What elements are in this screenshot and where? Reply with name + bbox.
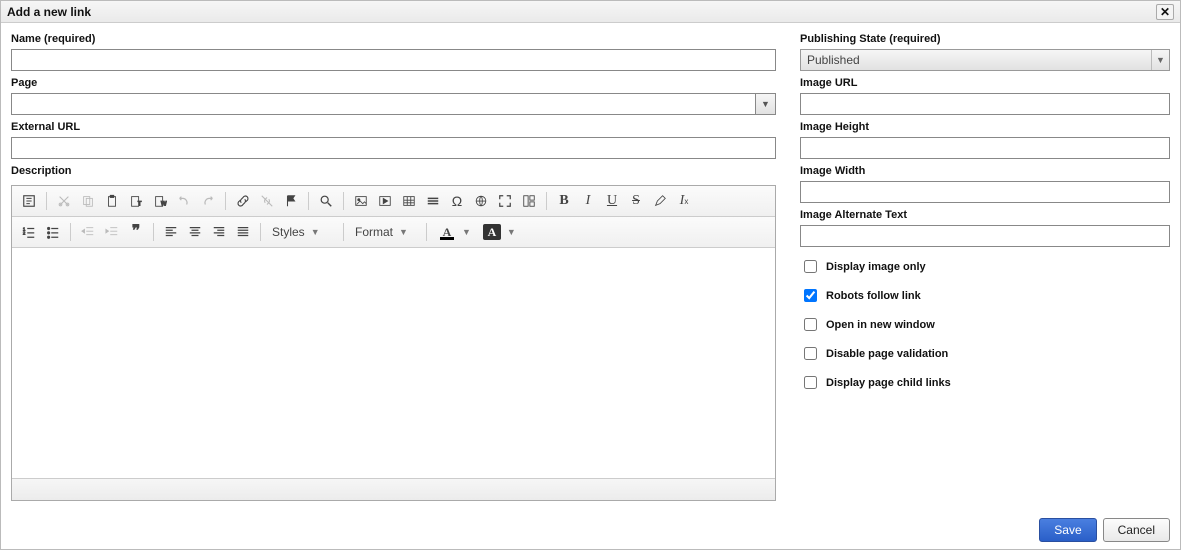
name-label: Name (required) [11,33,776,45]
image-alt-label: Image Alternate Text [800,209,1170,221]
display-child-links-label: Display page child links [826,377,951,389]
robots-follow-checkbox[interactable] [804,289,817,302]
save-button[interactable]: Save [1039,518,1096,542]
publishing-state-label: Publishing State (required) [800,33,1170,45]
link-icon[interactable] [232,190,254,212]
image-height-input[interactable] [800,137,1170,159]
image-url-input[interactable] [800,93,1170,115]
maximize-icon[interactable] [494,190,516,212]
numbered-list-icon[interactable]: 12 [18,221,40,243]
editor-toolbar-row-1: T W [12,186,775,217]
highlight-icon[interactable] [649,190,671,212]
open-new-window-checkbox[interactable] [804,318,817,331]
paste-text-icon[interactable]: T [125,190,147,212]
format-dropdown[interactable]: Format ▼ [350,221,420,243]
page-select-input[interactable] [11,93,756,115]
image-width-input[interactable] [800,181,1170,203]
disable-validation-label: Disable page validation [826,348,948,360]
close-button[interactable]: ✕ [1156,4,1174,20]
open-new-window-label: Open in new window [826,319,935,331]
media-icon[interactable] [374,190,396,212]
editor-footer [12,478,775,500]
image-width-label: Image Width [800,165,1170,177]
dialog-footer: Save Cancel [1,511,1180,549]
styles-dropdown-label: Styles [272,225,305,239]
external-url-input[interactable] [11,137,776,159]
format-dropdown-label: Format [355,225,393,239]
bg-color-dropdown[interactable]: A ▼ [478,221,521,243]
cut-icon[interactable] [53,190,75,212]
display-image-only-row[interactable]: Display image only [800,257,1170,276]
display-child-links-checkbox[interactable] [804,376,817,389]
image-icon[interactable] [350,190,372,212]
left-column: Name (required) Page ▼ External URL Desc… [11,33,776,501]
chevron-down-icon: ▼ [1151,50,1169,70]
disable-validation-row[interactable]: Disable page validation [800,344,1170,363]
iframe-icon[interactable] [470,190,492,212]
redo-icon[interactable] [197,190,219,212]
display-child-links-row[interactable]: Display page child links [800,373,1170,392]
blockquote-icon[interactable]: ❞ [125,221,147,243]
underline-icon[interactable]: U [601,190,623,212]
image-url-label: Image URL [800,77,1170,89]
source-icon[interactable] [18,190,40,212]
bullet-list-icon[interactable] [42,221,64,243]
strike-icon[interactable]: S [625,190,647,212]
styles-dropdown[interactable]: Styles ▼ [267,221,337,243]
svg-text:2: 2 [23,231,26,236]
image-alt-input[interactable] [800,225,1170,247]
page-select-dropdown-button[interactable]: ▼ [756,93,776,115]
disable-validation-checkbox[interactable] [804,347,817,360]
paste-icon[interactable] [101,190,123,212]
image-height-label: Image Height [800,121,1170,133]
text-color-dropdown[interactable]: A ▼ [433,221,476,243]
align-justify-icon[interactable] [232,221,254,243]
editor-toolbar-row-2: 12 ❞ [12,217,775,248]
bold-icon[interactable]: B [553,190,575,212]
undo-icon[interactable] [173,190,195,212]
name-input[interactable] [11,49,776,71]
right-column: Publishing State (required) Published ▼ … [800,33,1170,501]
align-center-icon[interactable] [184,221,206,243]
table-icon[interactable] [398,190,420,212]
dialog-body: Name (required) Page ▼ External URL Desc… [1,23,1180,511]
page-label: Page [11,77,776,89]
page-select[interactable]: ▼ [11,93,776,115]
description-label: Description [11,165,776,177]
publishing-state-select[interactable]: Published ▼ [800,49,1170,71]
outdent-icon[interactable] [77,221,99,243]
dialog: Add a new link ✕ Name (required) Page ▼ … [0,0,1181,550]
find-icon[interactable] [315,190,337,212]
align-right-icon[interactable] [208,221,230,243]
remove-format-icon[interactable]: Ix [673,190,695,212]
paste-word-icon[interactable]: W [149,190,171,212]
unlink-icon[interactable] [256,190,278,212]
anchor-flag-icon[interactable] [280,190,302,212]
open-new-window-row[interactable]: Open in new window [800,315,1170,334]
display-image-only-checkbox[interactable] [804,260,817,273]
robots-follow-row[interactable]: Robots follow link [800,286,1170,305]
publishing-state-value: Published [801,53,1151,67]
horizontal-rule-icon[interactable] [422,190,444,212]
titlebar: Add a new link ✕ [1,1,1180,23]
dialog-title: Add a new link [7,5,91,19]
rich-text-editor: T W [11,185,776,501]
robots-follow-label: Robots follow link [826,290,921,302]
display-image-only-label: Display image only [826,261,926,273]
italic-icon[interactable]: I [577,190,599,212]
cancel-button[interactable]: Cancel [1103,518,1170,542]
svg-text:T: T [138,200,142,207]
copy-icon[interactable] [77,190,99,212]
special-char-icon[interactable]: Ω [446,190,468,212]
svg-text:W: W [161,200,167,207]
align-left-icon[interactable] [160,221,182,243]
indent-icon[interactable] [101,221,123,243]
external-url-label: External URL [11,121,776,133]
show-blocks-icon[interactable] [518,190,540,212]
editor-content-area[interactable] [12,248,775,478]
